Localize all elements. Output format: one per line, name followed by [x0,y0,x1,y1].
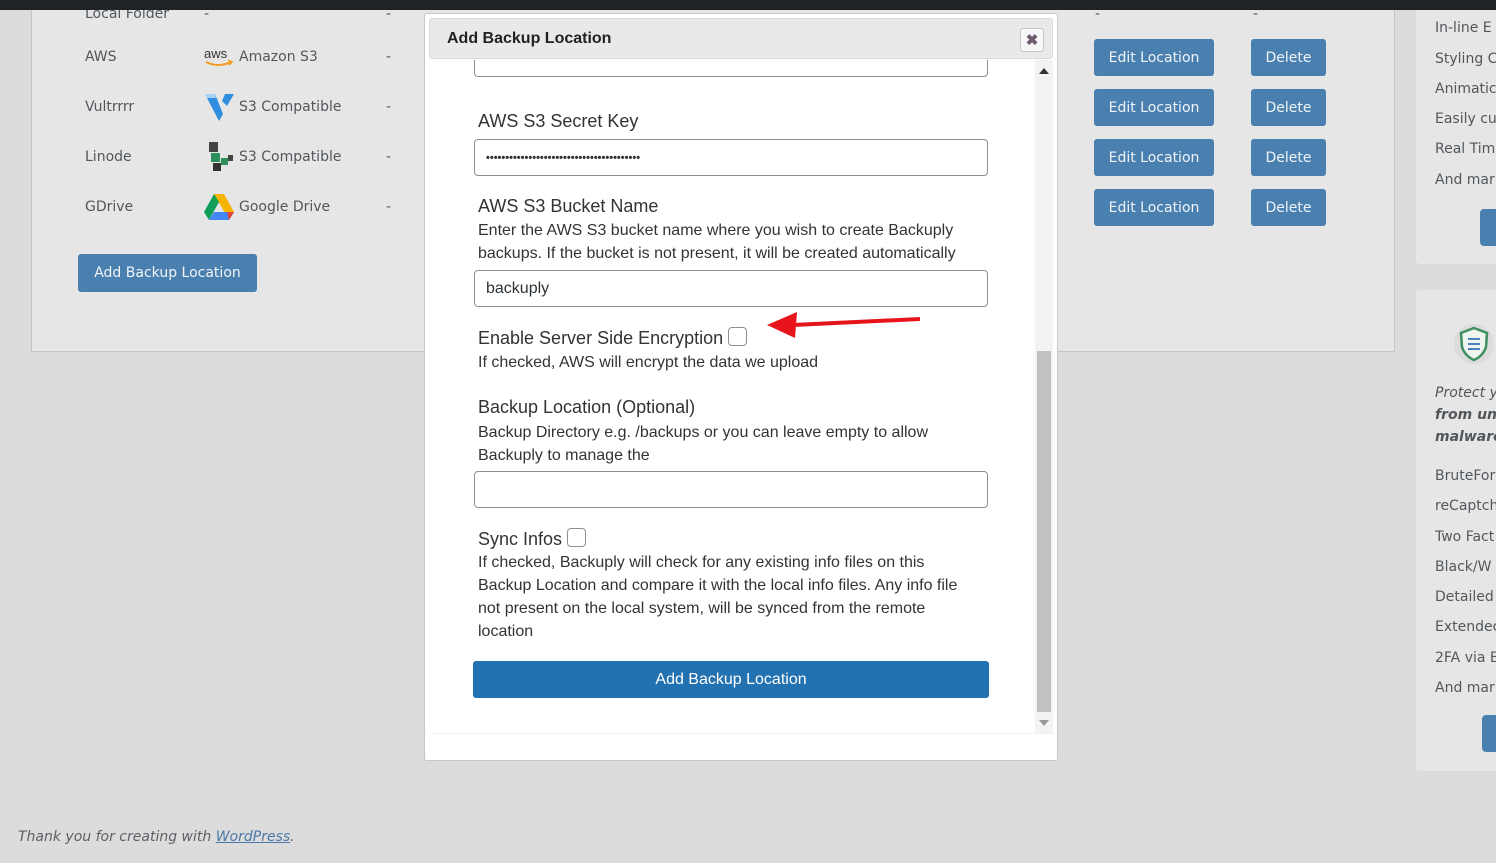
secret-key-input[interactable] [474,139,988,176]
promo-feature: Styling C [1435,51,1496,67]
scrollbar-thumb[interactable] [1037,351,1051,712]
promo-intro: Protect y [1435,385,1496,401]
location-type: S3 Compatible [239,149,342,165]
promo-feature: Animatic [1435,81,1496,97]
promo-feature: Two Fact [1435,529,1495,545]
sync-infos-checkbox[interactable] [567,528,587,547]
bucket-name-label: AWS S3 Bucket Name [478,196,659,216]
sse-checkbox[interactable] [728,327,748,346]
admin-bar [0,0,1496,10]
dialog-scrollbar[interactable] [1035,60,1053,733]
location-name: AWS [85,49,117,65]
sync-infos-field: Sync Infos [478,528,587,550]
aws-logo-icon: aws [202,42,236,72]
promo-feature: Black/W [1435,559,1492,575]
delete-location-button[interactable]: Delete [1251,189,1326,226]
add-backup-location-dialog: Add Backup Location ✖ AWS S3 Secret Key … [424,13,1058,761]
sync-infos-description: If checked, Backuply will check for any … [478,554,958,640]
location-col: - [386,49,392,65]
promo-intro: from und [1435,407,1496,423]
edit-location-button[interactable]: Edit Location [1094,189,1214,226]
dialog-body: AWS S3 Secret Key AWS S3 Bucket Name Ent… [430,60,1055,734]
close-icon: ✖ [1025,32,1039,49]
sync-infos-label: Sync Infos [478,529,563,549]
promo-cta-button[interactable] [1482,715,1496,752]
promo-feature: Extendec [1435,619,1496,635]
sse-field: Enable Server Side Encryption [478,327,748,349]
secret-key-label: AWS S3 Secret Key [478,111,639,131]
bucket-name-input[interactable] [474,270,988,307]
promo-feature: Real Tim [1435,141,1496,157]
add-backup-location-button[interactable]: Add Backup Location [78,254,257,292]
vultr-logo-icon [202,92,236,122]
promo-feature: And mar [1435,680,1495,696]
promo-feature: Easily cu [1435,111,1496,127]
sse-description: If checked, AWS will encrypt the data we… [478,354,819,371]
promo-feature: reCaptch [1435,498,1496,514]
location-col: - [386,149,392,165]
promo-feature: In-line E [1435,20,1492,36]
sse-label: Enable Server Side Encryption [478,328,724,348]
annotation-arrow-icon [767,312,921,338]
admin-footer: Thank you for creating with WordPress. [18,829,295,845]
location-name: Linode [85,149,132,165]
submit-add-location-button[interactable]: Add Backup Location [473,661,989,698]
scroll-down-arrow-icon[interactable] [1039,720,1049,726]
location-type: Amazon S3 [239,49,318,65]
backup-location-description: Backup Directory e.g. /backups or you ca… [478,424,928,464]
backup-location-label: Backup Location (Optional) [478,397,696,417]
backup-location-input[interactable] [474,471,988,508]
linode-logo-icon [202,142,236,172]
shield-icon [1454,323,1494,369]
promo-feature: BruteFor [1435,468,1496,484]
close-button[interactable]: ✖ [1020,28,1044,52]
delete-location-button[interactable]: Delete [1251,89,1326,126]
location-col: - [386,99,392,115]
location-col: - [386,199,392,215]
footer-period: . [290,829,295,845]
svg-text:aws: aws [204,46,228,61]
delete-location-button[interactable]: Delete [1251,139,1326,176]
promo-cta-button[interactable] [1480,209,1496,246]
dialog-title: Add Backup Location [447,30,612,47]
promo-feature: Detailed [1435,589,1494,605]
google-drive-icon [202,192,236,222]
promo-card-pagelayer: In-line E Styling C Animatic Easily cu R… [1416,0,1496,264]
promo-feature: 2FA via E [1435,650,1496,666]
bucket-name-description: Enter the AWS S3 bucket name where you w… [478,222,956,262]
promo-feature: And mar [1435,172,1495,188]
delete-location-button[interactable]: Delete [1251,39,1326,76]
location-name: Vultrrrr [85,99,135,115]
promo-card-loginizer: Protect y from und malware BruteFor reCa… [1416,290,1496,771]
edit-location-button[interactable]: Edit Location [1094,89,1214,126]
edit-location-button[interactable]: Edit Location [1094,39,1214,76]
footer-text: Thank you for creating with [18,829,216,845]
dialog-header: Add Backup Location ✖ [429,18,1053,59]
location-type: S3 Compatible [239,99,342,115]
scroll-up-arrow-icon[interactable] [1039,68,1049,74]
location-name: GDrive [85,199,134,215]
edit-location-button[interactable]: Edit Location [1094,139,1214,176]
access-key-input[interactable] [474,60,988,77]
wordpress-link[interactable]: WordPress [216,829,290,845]
location-type: Google Drive [239,199,331,215]
promo-intro: malware [1435,429,1496,445]
